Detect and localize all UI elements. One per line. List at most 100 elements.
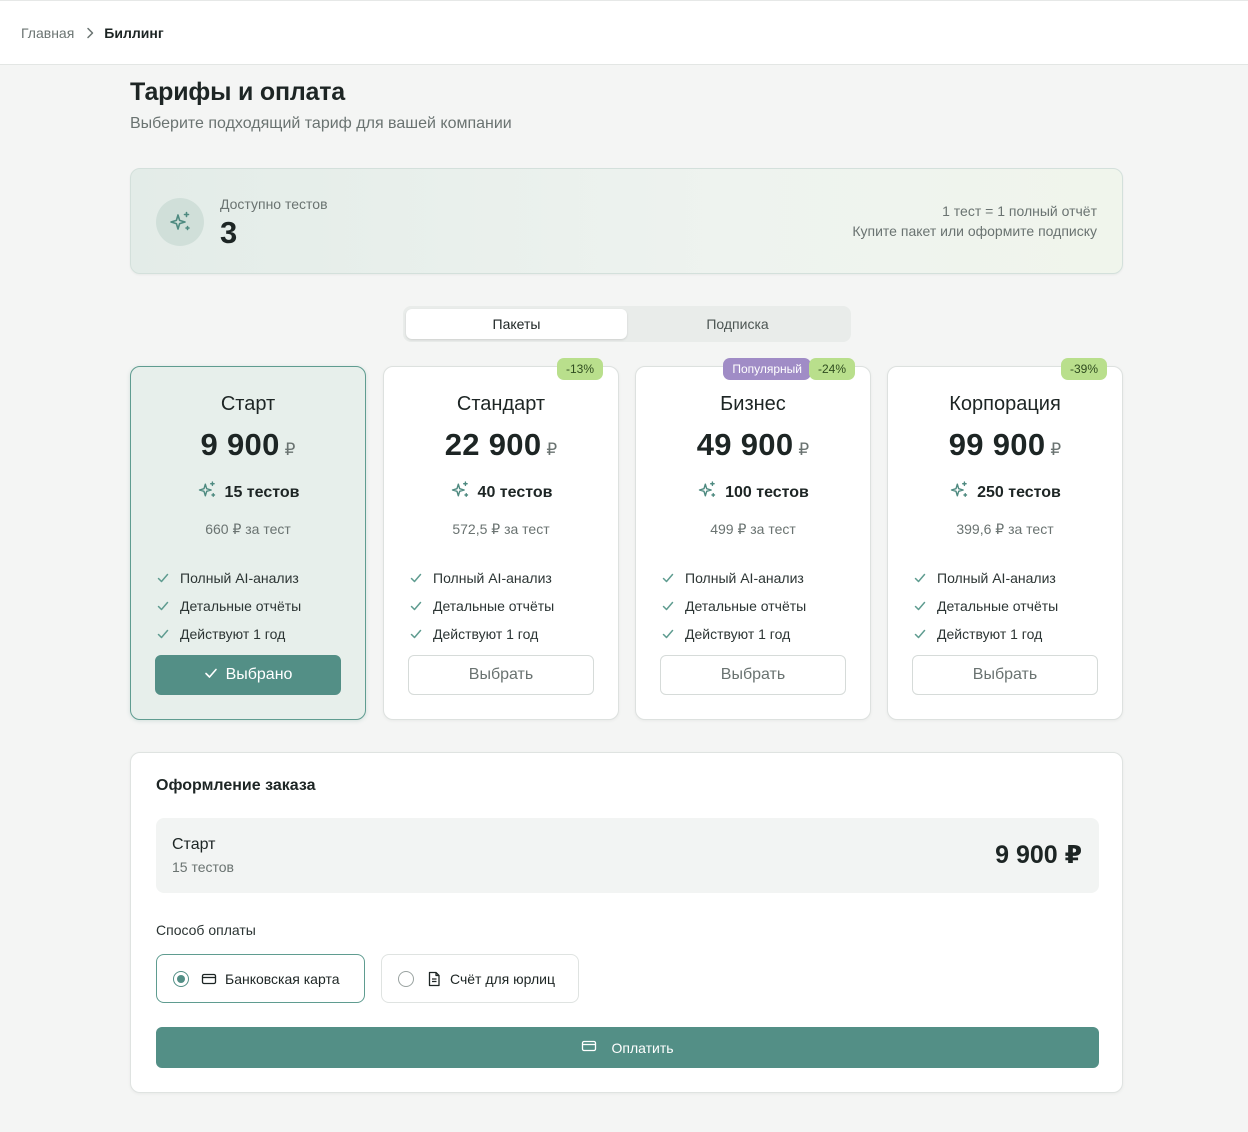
feature-label: Детальные отчёты xyxy=(685,598,807,614)
page-title: Тарифы и оплата xyxy=(130,78,345,106)
plan-select-button[interactable]: Выбрать xyxy=(408,655,594,695)
payment-method-label: Способ оплаты xyxy=(156,922,256,938)
plan-name: Бизнес xyxy=(720,393,786,415)
sparkles-icon xyxy=(450,480,470,505)
payment-option-label: Счёт для юрлиц xyxy=(450,970,555,987)
check-icon xyxy=(661,627,677,641)
plan-tests: 100 тестов xyxy=(636,480,870,505)
feature-item: Полный AI-анализ xyxy=(661,564,806,592)
plan-select-button[interactable]: Выбрать xyxy=(912,655,1098,695)
plan-price-value: 99 900 xyxy=(948,427,1046,462)
pay-button-label: Оплатить xyxy=(611,1039,674,1056)
popular-badge: Популярный xyxy=(723,358,811,380)
currency-sign: ₽ xyxy=(798,440,810,459)
order-total: 9 900 ₽ xyxy=(995,841,1082,869)
feature-item: Детальные отчёты xyxy=(661,592,806,620)
breadcrumb-home-link[interactable]: Главная xyxy=(21,25,74,41)
feature-label: Действуют 1 год xyxy=(937,626,1043,642)
radio-button[interactable] xyxy=(173,970,189,987)
feature-item: Действуют 1 год xyxy=(409,620,554,648)
plan-card-business[interactable]: Популярный -24% Бизнес 49 900 ₽ 100 тесто… xyxy=(635,358,871,720)
discount-badge: -13% xyxy=(556,358,603,380)
currency-sign: ₽ xyxy=(546,440,558,459)
feature-label: Полный AI-анализ xyxy=(685,570,804,586)
feature-item: Полный AI-анализ xyxy=(913,564,1058,592)
plan-card-start[interactable]: Старт 9 900 ₽ 15 тестов 660 ₽ за тест Пол… xyxy=(130,366,366,720)
button-label: Выбрано xyxy=(225,666,293,683)
plan-features: Полный AI-анализ Детальные отчёты Действ… xyxy=(156,564,301,648)
order-summary: Старт 15 тестов 9 900 ₽ xyxy=(156,818,1099,893)
check-icon xyxy=(409,571,425,585)
plan-price-value: 22 900 xyxy=(444,427,542,462)
sparkles-icon xyxy=(156,198,204,246)
sparkles-icon xyxy=(697,480,717,505)
pay-button[interactable]: Оплатить xyxy=(156,1027,1099,1068)
check-icon xyxy=(913,599,929,613)
radio-button[interactable] xyxy=(398,970,414,987)
plan-card-standard[interactable]: -13% Стандарт 22 900 ₽ 40 тестов 572,5 ₽ … xyxy=(383,358,619,720)
plan-price-value: 49 900 xyxy=(696,427,794,462)
balance-value: 3 xyxy=(220,215,238,250)
plan-features: Полный AI-анализ Детальные отчёты Действ… xyxy=(913,564,1058,648)
payment-option-card[interactable]: Банковская карта xyxy=(156,954,365,1003)
plan-tests-label: 250 тестов xyxy=(977,483,1061,501)
plan-price: 22 900 ₽ xyxy=(384,427,618,463)
plan-tests: 250 тестов xyxy=(888,480,1122,505)
feature-label: Действуют 1 год xyxy=(685,626,791,642)
balance-hint: Купите пакет или оформите подписку xyxy=(852,223,1097,239)
discount-badge: -39% xyxy=(1060,358,1107,380)
sparkles-icon xyxy=(197,480,217,505)
feature-label: Действуют 1 год xyxy=(180,626,286,642)
sparkles-icon xyxy=(949,480,969,505)
check-icon xyxy=(409,627,425,641)
payment-option-label: Банковская карта xyxy=(225,970,340,987)
order-plan-tests: 15 тестов xyxy=(172,859,234,875)
feature-item: Детальные отчёты xyxy=(156,592,301,620)
check-icon xyxy=(156,599,172,613)
credit-card-icon xyxy=(201,971,217,987)
order-plan-name: Старт xyxy=(172,836,216,853)
feature-label: Детальные отчёты xyxy=(937,598,1059,614)
feature-label: Действуют 1 год xyxy=(433,626,539,642)
payment-option-invoice[interactable]: Счёт для юрлиц xyxy=(381,954,579,1003)
order-title: Оформление заказа xyxy=(156,777,316,794)
check-icon xyxy=(913,571,929,585)
plan-select-button[interactable]: Выбрать xyxy=(660,655,846,695)
feature-item: Полный AI-анализ xyxy=(409,564,554,592)
plan-badges: -39% xyxy=(1060,358,1107,380)
document-icon xyxy=(426,971,442,987)
feature-label: Полный AI-анализ xyxy=(937,570,1056,586)
check-icon xyxy=(409,599,425,613)
tab-subscription[interactable]: Подписка xyxy=(627,309,848,339)
feature-item: Действуют 1 год xyxy=(156,620,301,648)
plan-features: Полный AI-анализ Детальные отчёты Действ… xyxy=(409,564,554,648)
plan-card-corporation[interactable]: -39% Корпорация 99 900 ₽ 250 тестов 399,6… xyxy=(887,358,1123,720)
breadcrumb-current: Биллинг xyxy=(104,24,164,41)
plan-name: Корпорация xyxy=(949,393,1061,415)
tests-balance-card: Доступно тестов 3 1 тест = 1 полный отчё… xyxy=(130,168,1123,274)
tab-packages[interactable]: Пакеты xyxy=(406,309,627,339)
balance-label: Доступно тестов xyxy=(220,196,328,212)
currency-sign: ₽ xyxy=(284,440,296,459)
discount-badge: -24% xyxy=(808,358,855,380)
feature-label: Детальные отчёты xyxy=(433,598,555,614)
plan-badges: -13% xyxy=(556,358,603,380)
plan-name: Старт xyxy=(220,393,276,415)
plan-features: Полный AI-анализ Детальные отчёты Действ… xyxy=(661,564,806,648)
plan-tests-label: 15 тестов xyxy=(224,483,300,501)
plan-tests: 15 тестов xyxy=(131,480,365,505)
feature-label: Детальные отчёты xyxy=(180,598,302,614)
plan-tests: 40 тестов xyxy=(384,480,618,505)
plan-price-per-test: 499 ₽ за тест xyxy=(710,521,796,537)
plan-price-per-test: 399,6 ₽ за тест xyxy=(956,521,1054,537)
feature-item: Полный AI-анализ xyxy=(156,564,301,592)
plan-badges: Популярный -24% xyxy=(723,358,855,380)
credit-card-icon xyxy=(581,1038,597,1057)
feature-label: Полный AI-анализ xyxy=(433,570,552,586)
order-panel: Оформление заказа Старт 15 тестов 9 900 … xyxy=(130,752,1123,1093)
currency-sign: ₽ xyxy=(1050,440,1062,459)
check-icon xyxy=(661,599,677,613)
plan-price-per-test: 572,5 ₽ за тест xyxy=(452,521,550,537)
plan-price: 99 900 ₽ xyxy=(888,427,1122,463)
plan-selected-button[interactable]: Выбрано xyxy=(155,655,341,695)
